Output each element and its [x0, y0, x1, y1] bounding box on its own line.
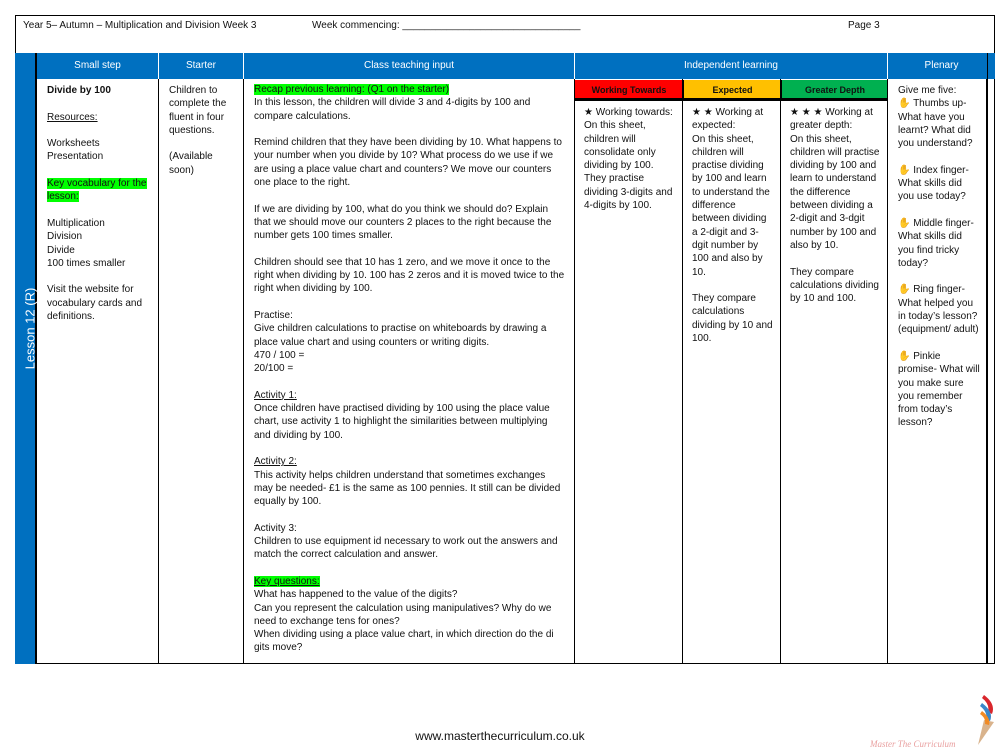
plenary-item: Middle finger- What skills did you find … [898, 217, 974, 269]
plenary-item: Thumbs up- What have you learnt? What di… [898, 98, 973, 150]
resource-item: Worksheets [47, 138, 100, 150]
level-body-2: They compare calculations dividing by 10… [692, 293, 773, 345]
resources-label: Resources: [47, 111, 98, 123]
teaching-paragraph: Remind children that they have been divi… [254, 137, 562, 189]
activity-3-label: Activity 3: [254, 522, 297, 534]
hand-icon: ✋ [898, 284, 911, 296]
vocab-item: Multiplication [47, 217, 105, 229]
lesson-sidebar: Lesson 12 (R) [15, 53, 38, 664]
lesson-label: Lesson 12 (R) [22, 287, 38, 370]
header-small-step: Small step [37, 53, 159, 79]
svg-text:Master The Curriculum: Master The Curriculum [870, 739, 956, 749]
level-heading: Working towards: [595, 107, 673, 118]
plenary-item: Ring finger- What helped you in today’s … [898, 284, 979, 336]
visit-note: Visit the website for vocabulary cards a… [47, 284, 143, 323]
resource-item: Presentation [47, 151, 104, 163]
header-plenary: Plenary [888, 53, 995, 79]
key-question: What has happened to the value of the di… [254, 589, 458, 601]
key-questions-label: Key questions: [254, 575, 320, 587]
recap-label: Recap previous learning: (Q1 on the star… [254, 84, 450, 95]
starter-text: Children to complete the fluent in four … [169, 85, 227, 136]
vocab-item: 100 times smaller [47, 257, 126, 269]
week-commencing: Week commencing: _______________________… [312, 20, 581, 31]
star-icon: ★ [584, 107, 593, 118]
small-step-cell: Divide by 100 Resources: Worksheets Pres… [37, 79, 159, 664]
document-title: Year 5– Autumn – Multiplication and Divi… [23, 20, 257, 31]
plenary-item: Pinkie promise- What will you make sure … [898, 350, 980, 429]
key-question: Can you represent the calculation using … [254, 602, 552, 627]
hand-icon: ✋ [898, 98, 911, 110]
key-question: When dividing using a place value chart,… [254, 629, 554, 654]
intro: In this lesson, the children will divide… [254, 97, 531, 122]
calculation: 470 / 100 = [254, 349, 305, 361]
hand-icon: ✋ [898, 217, 911, 229]
header-independent: Independent learning [575, 53, 888, 79]
header-starter: Starter [159, 53, 244, 79]
activity-1-label: Activity 1: [254, 389, 297, 401]
star-icon: ★ ★ [692, 107, 713, 118]
starter-note: (Available soon) [169, 151, 213, 176]
small-step-title: Divide by 100 [47, 85, 111, 96]
activity-3-text: Children to use equipment id necessary t… [254, 536, 558, 561]
teaching-paragraph: If we are dividing by 100, what do you t… [254, 203, 552, 242]
calculation: 20/100 = [254, 363, 294, 375]
page-number: Page 3 [848, 20, 880, 31]
footer-url[interactable]: www.masterthecurriculum.co.uk [0, 729, 1000, 743]
level-body: On this sheet, children will practise di… [692, 133, 770, 278]
starter-cell: Children to complete the fluent in four … [159, 79, 244, 664]
vocab-item: Divide [47, 244, 75, 256]
activity-1-text: Once children have practised dividing by… [254, 403, 550, 441]
greater-depth-cell: ★ ★ ★ Working at greater depth: On this … [781, 79, 888, 664]
header-class-teaching: Class teaching input [244, 53, 575, 79]
activity-2-text: This activity helps children understand … [254, 469, 561, 508]
level-body: On this sheet, children will consolidate… [584, 120, 673, 212]
plenary-cell: Give me five: ✋ Thumbs up- What have you… [888, 79, 987, 664]
plenary-intro: Give me five: [898, 85, 957, 96]
activity-2-label: Activity 2: [254, 456, 297, 468]
vocab-label: Key vocabulary for the lesson: [47, 178, 147, 203]
expected-cell: ★ ★ Working at expected: On this sheet, … [683, 79, 781, 664]
working-towards-cell: ★ Working towards: On this sheet, childr… [575, 79, 683, 664]
practise-label: Practise: [254, 310, 293, 322]
hand-icon: ✋ [898, 164, 911, 176]
level-body: On this sheet, children will practise di… [790, 133, 880, 251]
teaching-paragraph: Children should see that 10 has 1 zero, … [254, 256, 565, 295]
master-the-curriculum-logo: Master The Curriculum [869, 690, 995, 753]
practise-text: Give children calculations to practise o… [254, 323, 547, 348]
hand-icon: ✋ [898, 350, 911, 362]
teaching-cell: Recap previous learning: (Q1 on the star… [244, 79, 575, 664]
level-body-2: They compare calculations dividing by 10… [790, 266, 879, 305]
star-icon: ★ ★ ★ [790, 107, 823, 118]
vocab-item: Division [47, 231, 83, 243]
